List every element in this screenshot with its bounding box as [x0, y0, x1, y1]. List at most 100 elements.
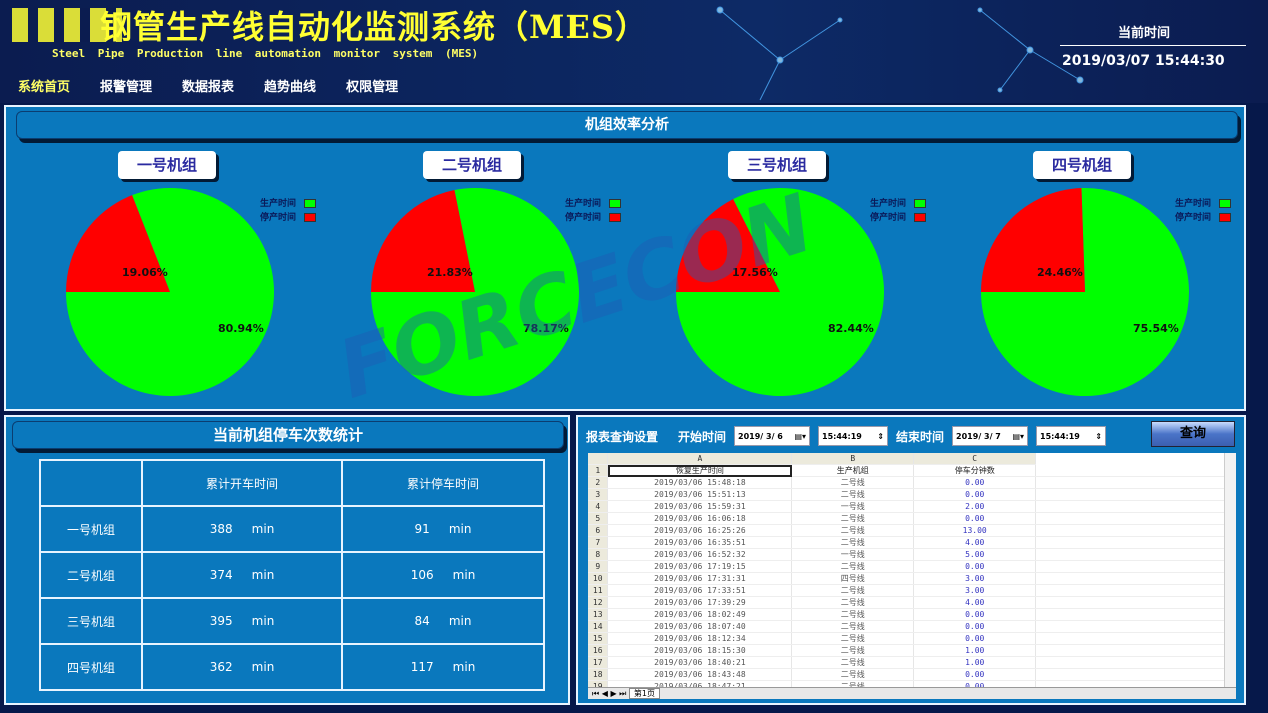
cell[interactable]: 4.00 — [913, 536, 1037, 550]
query-button[interactable]: 查询 — [1151, 421, 1235, 447]
cell[interactable]: 1.00 — [913, 644, 1037, 658]
spinner-icon[interactable]: ⇕ — [877, 432, 884, 441]
cell[interactable]: 一号线 — [791, 500, 915, 514]
start-time-spinner[interactable]: 15:44:19 ⇕ — [818, 426, 889, 446]
start-date-picker[interactable]: 2019/ 3/ 6 ▤▾ — [734, 426, 811, 446]
cell[interactable]: 二号线 — [791, 620, 915, 634]
run-time: 388 min — [141, 505, 343, 553]
column-header[interactable]: A — [607, 453, 793, 466]
legend-stopped: 停产时间 — [565, 211, 622, 225]
cell[interactable]: 2019/03/06 15:51:13 — [607, 488, 793, 502]
cell[interactable]: 二号线 — [791, 644, 915, 658]
efficiency-title: 机组效率分析 — [16, 111, 1238, 139]
table-header-row: 累计开车时间 累计停车时间 — [39, 459, 545, 507]
table-row: 16 2019/03/06 18:15:30 二号线 1.00 — [588, 644, 1236, 658]
cell[interactable]: 二号线 — [791, 560, 915, 574]
cell[interactable]: 0.00 — [913, 668, 1037, 682]
cell[interactable]: 5.00 — [913, 548, 1037, 562]
nav-trends[interactable]: 趋势曲线 — [264, 76, 316, 95]
cell[interactable]: 13.00 — [913, 524, 1037, 538]
cell[interactable]: 二号线 — [791, 596, 915, 610]
cell[interactable]: 二号线 — [791, 512, 915, 526]
sheet-tab-1[interactable]: 第1页 — [628, 688, 660, 699]
pie-label-stopped: 24.46% — [1037, 266, 1083, 279]
cell[interactable]: 生产机组 — [791, 464, 915, 478]
report-spreadsheet[interactable]: A B C 1 恢复生产时间 生产机组 停车分钟数 2 2019/03/06 15:48:18 二… — [588, 453, 1236, 699]
stop-stats-panel: 当前机组停车次数统计 累计开车时间 累计停车时间 一号机组 388 min 91 mi… — [4, 415, 570, 705]
cell[interactable]: 二号线 — [791, 488, 915, 502]
stop-time: 84 min — [341, 597, 545, 645]
nav-reports[interactable]: 数据报表 — [182, 76, 234, 95]
cell[interactable]: 一号线 — [791, 548, 915, 562]
table-row: 11 2019/03/06 17:33:51 二号线 3.00 — [588, 584, 1236, 598]
cell[interactable]: 0.00 — [913, 560, 1037, 574]
cell[interactable]: 2019/03/06 15:59:31 — [607, 500, 793, 514]
stop-stats-table: 累计开车时间 累计停车时间 一号机组 388 min 91 min 二号机组 374 mi… — [39, 459, 545, 691]
cell[interactable]: 2019/03/06 18:40:21 — [607, 656, 793, 670]
cell[interactable]: 2.00 — [913, 500, 1037, 514]
end-time-spinner[interactable]: 15:44:19 ⇕ — [1036, 426, 1107, 446]
cell[interactable]: 2019/03/06 17:39:29 — [607, 596, 793, 610]
cell[interactable]: 2019/03/06 18:12:34 — [607, 632, 793, 646]
cell[interactable]: 2019/03/06 18:07:40 — [607, 620, 793, 634]
column-header[interactable]: C — [913, 453, 1037, 466]
end-date-picker[interactable]: 2019/ 3/ 7 ▤▾ — [952, 426, 1029, 446]
calendar-dropdown-icon[interactable]: ▤▾ — [1012, 432, 1024, 441]
pie-legend: 生产时间 停产时间 — [1175, 197, 1232, 225]
stop-time: 91 min — [341, 505, 545, 553]
unit-title: 四号机组 — [1033, 151, 1131, 179]
table-row: 18 2019/03/06 18:43:48 二号线 0.00 — [588, 668, 1236, 682]
cell[interactable]: 4.00 — [913, 596, 1037, 610]
cell[interactable]: 二号线 — [791, 584, 915, 598]
unit-title: 三号机组 — [728, 151, 826, 179]
vertical-scrollbar[interactable] — [1224, 453, 1236, 687]
cell[interactable]: 二号线 — [791, 608, 915, 622]
nav-alarm[interactable]: 报警管理 — [100, 76, 152, 95]
cell[interactable]: 恢复生产时间 — [607, 464, 793, 478]
cell[interactable]: 0.00 — [913, 620, 1037, 634]
cell[interactable]: 二号线 — [791, 656, 915, 670]
cell[interactable]: 3.00 — [913, 572, 1037, 586]
sheet-nav-icons[interactable]: ⏮ ◀ ▶ ⏭ — [592, 689, 626, 698]
cell[interactable]: 2019/03/06 17:33:51 — [607, 584, 793, 598]
table-row: 9 2019/03/06 17:19:15 二号线 0.00 — [588, 560, 1236, 574]
cell[interactable]: 2019/03/06 16:52:32 — [607, 548, 793, 562]
cell[interactable]: 二号线 — [791, 536, 915, 550]
cell[interactable]: 2019/03/06 17:19:15 — [607, 560, 793, 574]
table-row: 12 2019/03/06 17:39:29 二号线 4.00 — [588, 596, 1236, 610]
nav-permissions[interactable]: 权限管理 — [346, 76, 398, 95]
cell[interactable]: 0.00 — [913, 632, 1037, 646]
cell[interactable]: 0.00 — [913, 512, 1037, 526]
pie-label-stopped: 21.83% — [427, 266, 473, 279]
pie-slice-production — [981, 188, 1189, 397]
cell[interactable]: 2019/03/06 18:43:48 — [607, 668, 793, 682]
cell[interactable]: 2019/03/06 15:48:18 — [607, 476, 793, 490]
legend-production: 生产时间 — [870, 197, 927, 211]
legend-swatch — [1219, 199, 1232, 208]
cell[interactable]: 1.00 — [913, 656, 1037, 670]
cell[interactable]: 0.00 — [913, 488, 1037, 502]
cell[interactable]: 2019/03/06 18:15:30 — [607, 644, 793, 658]
spinner-icon[interactable]: ⇕ — [1095, 432, 1102, 441]
cell[interactable]: 2019/03/06 18:02:49 — [607, 608, 793, 622]
cell[interactable]: 二号线 — [791, 524, 915, 538]
cell[interactable]: 3.00 — [913, 584, 1037, 598]
cell[interactable]: 0.00 — [913, 476, 1037, 490]
cell[interactable]: 四号线 — [791, 572, 915, 586]
app-subtitle: Steel Pipe Production line automation mo… — [52, 47, 479, 60]
table-row: 三号机组 395 min 84 min — [39, 597, 545, 645]
cell[interactable]: 二号线 — [791, 668, 915, 682]
legend-stopped: 停产时间 — [260, 211, 317, 225]
cell[interactable]: 2019/03/06 16:25:26 — [607, 524, 793, 538]
cell[interactable]: 二号线 — [791, 476, 915, 490]
main-nav: 系统首页 报警管理 数据报表 趋势曲线 权限管理 — [18, 76, 398, 95]
cell[interactable]: 二号线 — [791, 632, 915, 646]
nav-home[interactable]: 系统首页 — [18, 76, 70, 95]
cell[interactable]: 0.00 — [913, 608, 1037, 622]
cell[interactable]: 2019/03/06 16:35:51 — [607, 536, 793, 550]
cell[interactable]: 停车分钟数 — [913, 464, 1037, 478]
calendar-dropdown-icon[interactable]: ▤▾ — [794, 432, 806, 441]
cell[interactable]: 2019/03/06 17:31:31 — [607, 572, 793, 586]
cell[interactable]: 2019/03/06 16:06:18 — [607, 512, 793, 526]
column-header[interactable]: B — [791, 453, 915, 466]
